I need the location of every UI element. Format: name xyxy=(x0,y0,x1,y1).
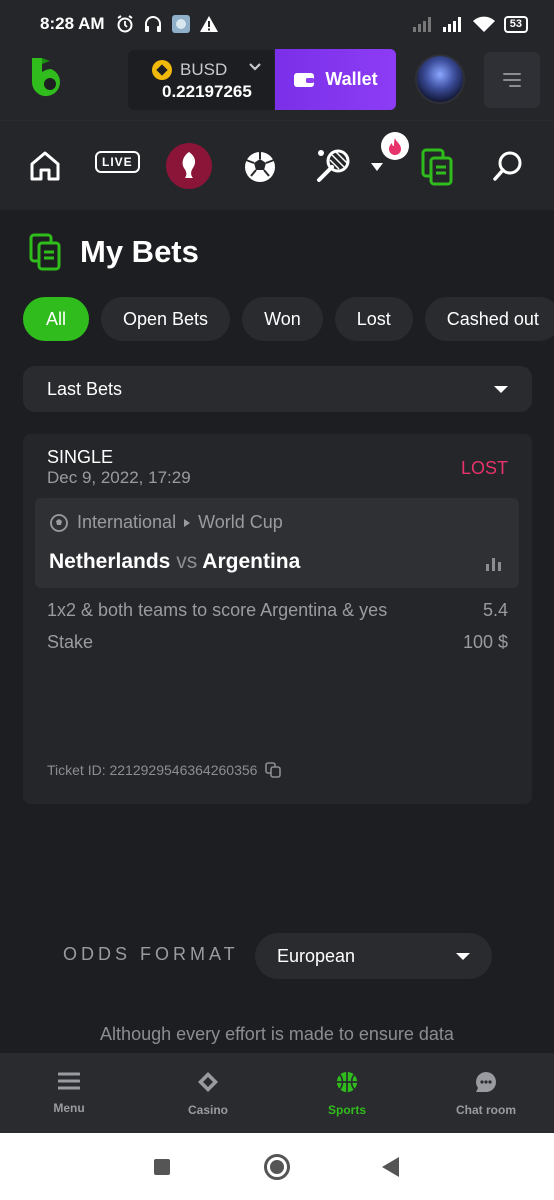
balance-selector[interactable]: BUSD 0.22197265 xyxy=(128,50,274,110)
currency-label: BUSD xyxy=(180,60,228,79)
bottom-nav: Menu Casino Sports Chat room xyxy=(0,1053,554,1133)
wifi-icon xyxy=(472,16,495,32)
header-menu-button[interactable] xyxy=(484,52,540,108)
home-team: Netherlands xyxy=(49,550,171,573)
top-header: BUSD 0.22197265 Wallet xyxy=(0,48,554,120)
status-time: 8:28 AM xyxy=(40,14,105,33)
caret-down-icon xyxy=(494,385,508,393)
soccer-ball-icon[interactable] xyxy=(242,149,278,185)
odds-format-select[interactable]: European xyxy=(255,933,492,979)
hot-badge xyxy=(381,132,409,160)
stake-value: 100 $ xyxy=(462,632,508,652)
bets-period-select[interactable]: Last Bets xyxy=(23,366,532,412)
fire-icon xyxy=(389,138,401,155)
ticket-id: Ticket ID: 2212929546364260356 xyxy=(47,762,282,778)
bottom-nav-sports-label: Sports xyxy=(327,1103,366,1117)
odds-format-value: European xyxy=(277,945,356,966)
bet-status-badge: LOST xyxy=(460,458,508,478)
stake-label: Stake xyxy=(47,632,94,652)
odds-format-label: ODDS FORMAT xyxy=(63,944,239,964)
headset-icon xyxy=(144,16,161,32)
match-teams: Netherlands vs Argentina xyxy=(49,550,300,574)
match-league: International World Cup xyxy=(49,512,283,533)
disclaimer-text: Although every effort is made to ensure … xyxy=(100,1024,454,1044)
bottom-nav-chat[interactable]: Chat room xyxy=(436,1071,536,1117)
casino-icon xyxy=(198,1072,218,1092)
status-icons-left xyxy=(115,14,219,34)
chat-icon xyxy=(476,1072,496,1092)
wallet-label: Wallet xyxy=(325,69,378,89)
world-cup-icon[interactable] xyxy=(166,143,212,189)
tennis-icon[interactable] xyxy=(314,147,352,185)
user-avatar[interactable] xyxy=(415,54,465,104)
wallet-button[interactable]: Wallet xyxy=(275,49,396,110)
warning-icon xyxy=(199,16,218,32)
bet-card[interactable]: SINGLE Dec 9, 2022, 17:29 LOST Internati… xyxy=(23,434,532,804)
bet-date: Dec 9, 2022, 17:29 xyxy=(47,468,191,487)
tab-open-bets[interactable]: Open Bets xyxy=(101,297,231,341)
soccer-ball-icon xyxy=(50,513,68,532)
match-info[interactable]: International World Cup Netherlands vs A… xyxy=(35,498,519,588)
bet-odds: 5.4 xyxy=(482,600,508,620)
bottom-nav-casino[interactable]: Casino xyxy=(158,1071,258,1117)
status-icons-right: 53 xyxy=(412,15,528,33)
bet-selection-row: 1x2 & both teams to score Argentina & ye… xyxy=(47,600,508,621)
chevron-right-icon xyxy=(184,518,191,527)
alarm-icon xyxy=(117,15,133,33)
vs-label: vs xyxy=(176,550,198,573)
search-icon[interactable] xyxy=(491,149,525,183)
basketball-icon xyxy=(336,1071,358,1093)
page-header: My Bets xyxy=(28,232,199,272)
ticket-id-text: Ticket ID: 2212929546364260356 xyxy=(47,762,258,778)
status-bar: 8:28 AM 53 xyxy=(0,0,554,48)
bet-stake-row: Stake 100 $ xyxy=(47,632,508,653)
bet-market: 1x2 & both teams to score Argentina & ye… xyxy=(47,600,388,620)
tab-all[interactable]: All xyxy=(23,297,89,341)
tab-lost[interactable]: Lost xyxy=(334,297,413,341)
bottom-nav-casino-label: Casino xyxy=(187,1103,228,1117)
my-bets-icon[interactable] xyxy=(420,147,454,187)
bottom-nav-menu[interactable]: Menu xyxy=(19,1071,119,1115)
away-team: Argentina xyxy=(202,550,301,573)
system-nav-bar xyxy=(0,1133,554,1200)
live-nav[interactable]: LIVE xyxy=(95,151,140,173)
live-badge: LIVE xyxy=(95,151,140,173)
signal-icon xyxy=(412,17,431,32)
tab-won[interactable]: Won xyxy=(242,297,323,341)
bottom-nav-sports[interactable]: Sports xyxy=(297,1071,397,1117)
caret-down-icon xyxy=(456,952,470,960)
bet-filter-tabs: All Open Bets Won Lost Cashed out xyxy=(23,297,554,343)
busd-coin-icon xyxy=(152,60,172,80)
stats-icon[interactable] xyxy=(485,556,503,572)
chevron-down-icon xyxy=(249,63,261,71)
home-icon[interactable] xyxy=(28,149,62,183)
menu-icon xyxy=(58,1072,80,1090)
recents-button[interactable] xyxy=(154,1159,170,1175)
bets-period-value: Last Bets xyxy=(47,378,123,399)
page-title: My Bets xyxy=(80,234,199,269)
my-bets-title-icon xyxy=(29,233,61,271)
league-category: International xyxy=(77,512,177,532)
tab-cashed-out[interactable]: Cashed out xyxy=(424,297,554,341)
copy-icon[interactable] xyxy=(265,762,282,778)
balance-amount: 0.22197265 xyxy=(162,82,252,101)
battery-indicator: 53 xyxy=(503,15,528,33)
bottom-nav-chat-label: Chat room xyxy=(456,1103,516,1117)
wallet-icon xyxy=(294,72,315,87)
more-dropdown-icon[interactable] xyxy=(371,163,383,171)
bottom-nav-menu-label: Menu xyxy=(53,1101,85,1115)
category-nav: LIVE xyxy=(0,120,554,210)
back-button[interactable] xyxy=(382,1157,399,1177)
app-notification-icon xyxy=(171,15,190,33)
home-button[interactable] xyxy=(264,1154,290,1180)
signal-icon xyxy=(442,17,461,32)
bet-type: SINGLE xyxy=(47,447,114,467)
bc-game-logo[interactable] xyxy=(28,58,66,104)
league-name: World Cup xyxy=(198,512,283,532)
